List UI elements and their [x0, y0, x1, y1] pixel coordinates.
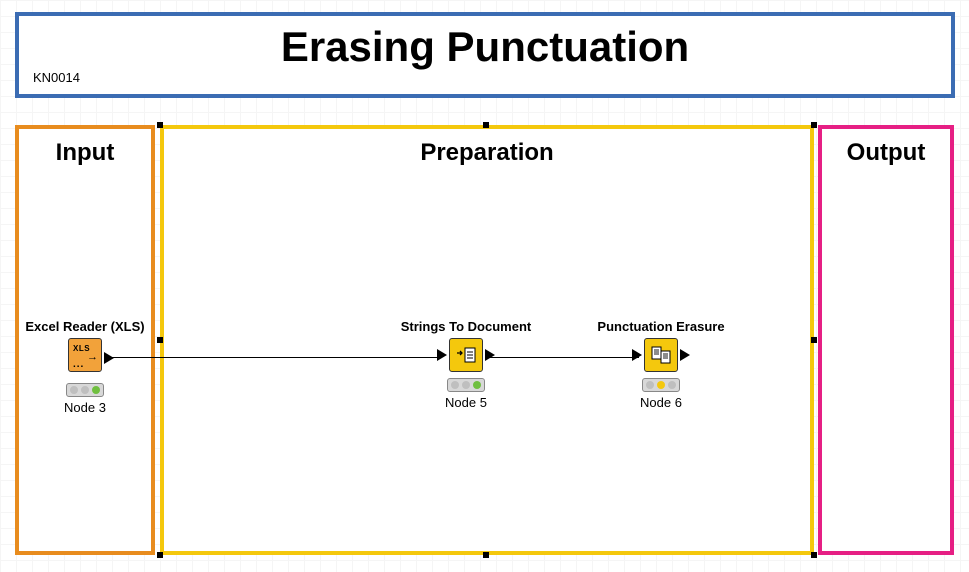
selection-handle[interactable]	[483, 122, 489, 128]
light-red	[70, 386, 78, 394]
document-convert-icon	[454, 343, 478, 367]
selection-handle[interactable]	[157, 337, 163, 343]
node-icon-wrap	[449, 338, 483, 372]
excel-reader-icon: XLS → ...	[68, 338, 102, 372]
selection-handle[interactable]	[157, 552, 163, 558]
selection-handle[interactable]	[157, 122, 163, 128]
ellipsis-icon: ...	[73, 362, 84, 368]
node-icon-wrap: XLS → ...	[68, 338, 102, 377]
document-erase-icon	[649, 343, 673, 367]
section-output-title: Output	[822, 139, 950, 167]
port-out[interactable]	[680, 349, 690, 361]
light-red	[646, 381, 654, 389]
selection-handle[interactable]	[811, 552, 817, 558]
node-icon-wrap	[644, 338, 678, 372]
connection-excel-to-strings[interactable]	[108, 357, 440, 358]
node-title: Strings To Document	[394, 319, 538, 334]
section-input-title: Input	[19, 139, 151, 167]
section-output[interactable]: Output	[818, 125, 954, 555]
port-out[interactable]	[104, 352, 114, 364]
selection-handle[interactable]	[483, 552, 489, 558]
port-out[interactable]	[485, 349, 495, 361]
node-title: Excel Reader (XLS)	[24, 319, 146, 334]
node-title: Punctuation Erasure	[586, 319, 736, 334]
node-excel-reader[interactable]: Excel Reader (XLS) XLS → ... Node 3	[24, 319, 146, 415]
selection-handle[interactable]	[811, 337, 817, 343]
node-label: Node 3	[24, 400, 146, 415]
status-traffic-light	[642, 378, 680, 392]
status-traffic-light	[66, 383, 104, 397]
section-preparation-title: Preparation	[164, 139, 810, 167]
node-strings-to-document[interactable]: Strings To Document Node 5	[394, 319, 538, 410]
light-yellow	[81, 386, 89, 394]
arrow-icon: →	[87, 351, 98, 363]
light-yellow	[657, 381, 665, 389]
workflow-title: Erasing Punctuation	[19, 24, 951, 70]
strings-to-document-icon	[449, 338, 483, 372]
node-label: Node 6	[586, 395, 736, 410]
port-in[interactable]	[632, 349, 642, 361]
light-green	[473, 381, 481, 389]
status-traffic-light	[447, 378, 485, 392]
punctuation-erasure-icon	[644, 338, 678, 372]
selection-handle[interactable]	[811, 122, 817, 128]
node-label: Node 5	[394, 395, 538, 410]
workflow-code: KN0014	[33, 70, 80, 85]
light-red	[451, 381, 459, 389]
port-in[interactable]	[437, 349, 447, 361]
light-yellow	[462, 381, 470, 389]
light-green	[92, 386, 100, 394]
workflow-title-box[interactable]: Erasing Punctuation KN0014	[15, 12, 955, 98]
node-punctuation-erasure[interactable]: Punctuation Erasure Node 6	[586, 319, 736, 410]
light-green	[668, 381, 676, 389]
